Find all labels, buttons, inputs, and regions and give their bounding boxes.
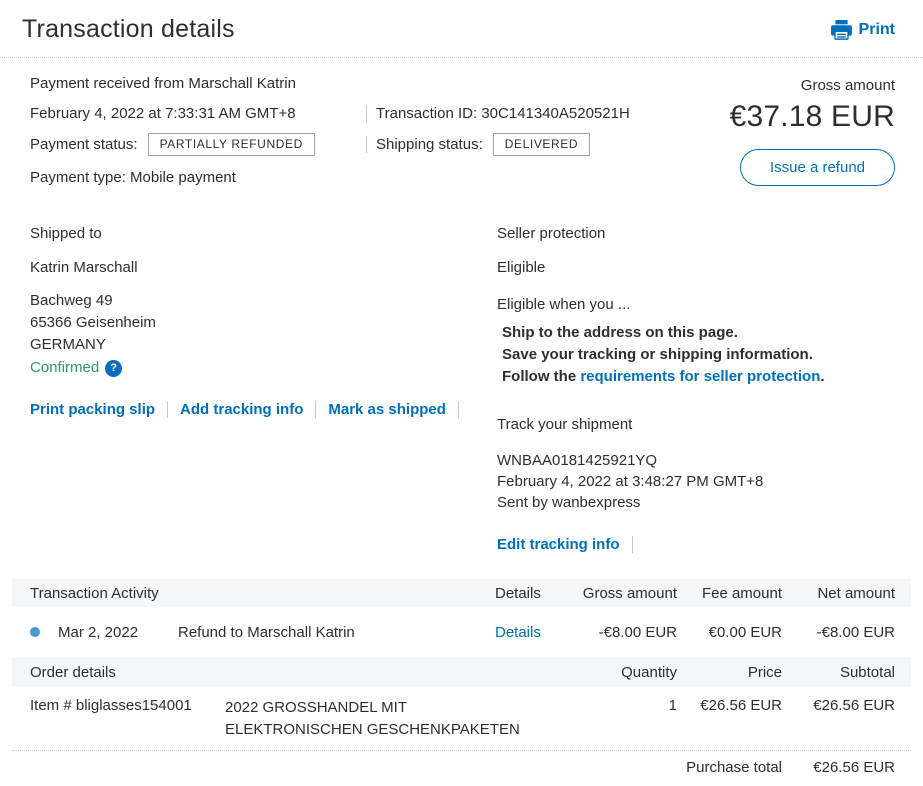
order-item-row: Item # bliglasses154001 2022 GROSSHANDEL… [0,687,923,750]
payment-summary-right: Gross amount €37.18 EUR Issue a refund [730,75,895,197]
activity-row: Mar 2, 2022 Refund to Marschall Katrin D… [0,607,923,657]
conditions-intro: Eligible when you ... [497,296,895,313]
shipping-address: Bachweg 49 65366 Geisenheim GERMANY [30,290,497,356]
payment-type-line: Payment type: Mobile payment [30,169,630,186]
activity-row-left: Mar 2, 2022 Refund to Marschall Katrin [30,624,495,641]
col-details: Details [495,585,565,602]
detail-columns: Shipped to Katrin Marschall Bachweg 49 6… [0,225,923,553]
shipping-actions: Print packing slip Add tracking info Mar… [30,401,497,418]
mark-as-shipped-link[interactable]: Mark as shipped [328,401,446,418]
shipped-to-title: Shipped to [30,225,497,242]
seller-protection-status: Eligible [497,259,895,276]
shipping-status-label: Shipping status: [376,136,483,153]
seller-protection-title: Seller protection [497,225,895,242]
tracking-actions: Edit tracking info [497,536,895,553]
activity-title: Transaction Activity [30,585,495,602]
address-line-1: Bachweg 49 [30,290,497,312]
date-transaction-line: February 4, 2022 at 7:33:31 AM GMT+8 Tra… [30,105,630,122]
col-gross-amount: Gross amount [565,585,677,602]
col-price: Price [677,664,782,681]
address-confirmed-row: Confirmed ? [30,357,497,379]
transaction-id-value: 30C141340A520521H [481,105,629,122]
activity-net: -€8.00 EUR [782,624,895,641]
seller-protection-section: Seller protection Eligible Eligible when… [497,225,895,553]
item-price: €26.56 EUR [677,697,782,714]
condition-ship: Ship to the address on this page. [497,322,895,344]
print-label: Print [859,21,895,39]
address-line-3: GERMANY [30,334,497,356]
payment-date: February 4, 2022 at 7:33:31 AM GMT+8 [30,105,366,122]
edit-tracking-info-link[interactable]: Edit tracking info [497,536,620,553]
activity-gross: -€8.00 EUR [565,624,677,641]
divider-pipe [167,401,168,418]
gross-amount-value: €37.18 EUR [730,100,895,134]
item-subtotal: €26.56 EUR [782,697,895,714]
item-name: 2022 GROSSHANDEL MIT ELEKTRONISCHEN GESC… [225,697,565,741]
condition-save: Save your tracking or shipping informati… [497,344,895,366]
col-quantity: Quantity [565,664,677,681]
print-packing-slip-link[interactable]: Print packing slip [30,401,155,418]
recipient-name: Katrin Marschall [30,259,497,276]
page-title: Transaction details [22,15,235,44]
page-header: Transaction details Print [0,0,923,58]
transaction-details-page: Transaction details Print Payment receiv… [0,0,923,786]
payment-status-badge: PARTIALLY REFUNDED [148,133,315,156]
divider-pipe [632,536,633,553]
activity-details-link[interactable]: Details [495,624,565,641]
activity-description: Refund to Marschall Katrin [178,624,355,641]
divider-pipe [315,401,316,418]
payment-received-line: Payment received from Marschall Katrin [30,75,630,92]
issue-refund-button[interactable]: Issue a refund [740,149,895,186]
confirmed-status: Confirmed [30,357,99,379]
activity-status-dot-icon [30,627,40,637]
purchase-total-label: Purchase total [677,759,782,776]
seller-protection-requirements-link[interactable]: requirements for seller protection [580,368,820,385]
purchase-total-row: Purchase total €26.56 EUR [0,751,923,784]
activity-date: Mar 2, 2022 [58,624,178,641]
payment-summary-left: Payment received from Marschall Katrin F… [30,75,630,197]
activity-fee: €0.00 EUR [677,624,782,641]
transaction-id-label: Transaction ID: [376,105,477,122]
payment-summary: Payment received from Marschall Katrin F… [0,58,923,197]
divider-pipe [366,136,367,153]
condition-follow: Follow the requirements for seller prote… [497,366,895,388]
tracking-carrier: Sent by wanbexpress [497,492,895,513]
tracking-number: WNBAA0181425921YQ [497,450,895,471]
address-line-2: 65366 Geisenheim [30,312,497,334]
tracking-date: February 4, 2022 at 3:48:27 PM GMT+8 [497,471,895,492]
printer-icon [831,20,852,40]
shipped-to-section: Shipped to Katrin Marschall Bachweg 49 6… [30,225,497,553]
col-subtotal: Subtotal [782,664,895,681]
gross-amount-label: Gross amount [730,77,895,94]
track-shipment-title: Track your shipment [497,416,895,433]
divider-pipe [458,401,459,418]
help-icon[interactable]: ? [105,360,122,377]
item-number: Item # bliglasses154001 [30,697,225,714]
payment-status-label: Payment status: [30,136,138,153]
divider-pipe [366,105,367,122]
col-fee-amount: Fee amount [677,585,782,602]
order-title: Order details [30,664,565,681]
order-header-row: Order details Quantity Price Subtotal [12,657,911,687]
shipping-status-badge: DELIVERED [493,133,590,156]
tracking-info: WNBAA0181425921YQ February 4, 2022 at 3:… [497,450,895,513]
condition-follow-prefix: Follow the [502,368,580,385]
add-tracking-info-link[interactable]: Add tracking info [180,401,303,418]
condition-follow-suffix: . [820,368,824,385]
payment-status-group: Payment status: PARTIALLY REFUNDED [30,133,366,156]
purchase-total-value: €26.56 EUR [782,759,895,776]
item-quantity: 1 [565,697,677,714]
activity-header-row: Transaction Activity Details Gross amoun… [12,579,911,607]
print-button[interactable]: Print [831,20,895,40]
col-net-amount: Net amount [782,585,895,602]
status-line: Payment status: PARTIALLY REFUNDED Shipp… [30,133,630,156]
